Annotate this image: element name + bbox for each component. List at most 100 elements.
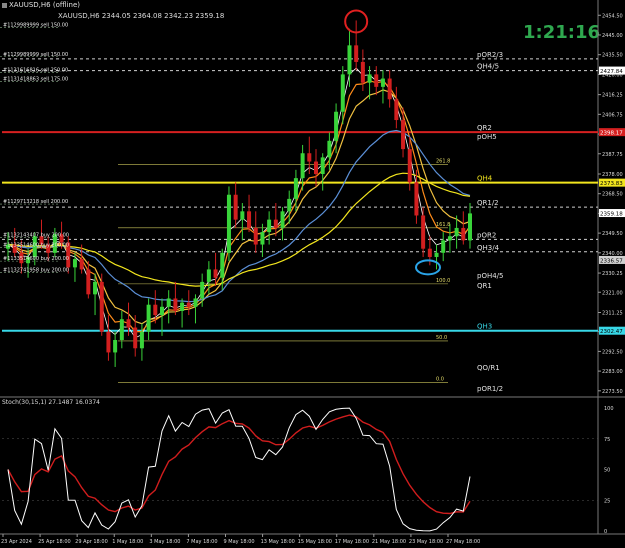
- time-tick-2: 29 Apr 18:00: [75, 539, 108, 545]
- candle-body-29: [200, 281, 205, 299]
- level-label-7: QH3/4: [477, 244, 500, 252]
- time-tick-5: 7 May 18:00: [186, 539, 217, 545]
- time-tick-3: 1 May 18:00: [112, 539, 143, 545]
- price-tag-3: 2359.18: [600, 212, 623, 218]
- candle-body-67: [454, 227, 459, 237]
- candle-body-37: [253, 227, 258, 245]
- price-tick-9: 2368.50: [602, 192, 623, 198]
- level-label-11: QO/R1: [477, 364, 500, 372]
- time-tick-12: 27 May 18:00: [446, 539, 480, 545]
- candle-body-44: [300, 153, 305, 179]
- candle-body-21: [146, 304, 151, 332]
- price-tick-11: 2349.50: [602, 231, 623, 237]
- candle-body-18: [126, 319, 131, 328]
- candle-body-58: [394, 99, 399, 121]
- candle-body-17: [119, 319, 124, 340]
- candle-body-40: [273, 219, 278, 228]
- fib-label-0: 261.8: [436, 159, 450, 165]
- candle-body-35: [240, 211, 245, 220]
- time-tick-1: 25 Apr 18:00: [38, 539, 71, 545]
- time-tick-10: 21 May 18:00: [372, 539, 406, 545]
- time-axis: 23 Apr 2024 25 Apr 18:00 29 Apr 18:00 1 May…: [1, 534, 480, 545]
- candle-body-10: [72, 259, 77, 268]
- candle-body-65: [441, 240, 446, 253]
- candle-body-59: [401, 120, 406, 150]
- candle-body-25: [173, 298, 178, 311]
- level-label-8: pOH4/5: [477, 272, 503, 280]
- trade-label-2: #1131616816 sell 250.00: [3, 67, 68, 73]
- candle-body-47: [320, 157, 325, 174]
- candle-body-53: [360, 61, 365, 83]
- stoch-tick-0: 100: [604, 406, 614, 412]
- trade-label-8: #1132741958 buy 200.00: [3, 268, 69, 274]
- candle-body-39: [267, 219, 272, 233]
- stoch-panel: 100 75 50 25 0: [2, 406, 614, 535]
- trade-label-5: #1132143407 buy 200.00: [3, 232, 69, 238]
- candle-body-20: [139, 331, 144, 349]
- ma-line-4: [7, 172, 471, 287]
- price-tick-14: 2321.00: [602, 290, 623, 296]
- price-tick-17: 2292.50: [602, 349, 623, 355]
- trade-label-6: #1133514600 buy 200.00: [3, 243, 69, 249]
- candle-body-26: [180, 302, 185, 311]
- candle-body-16: [113, 339, 118, 353]
- candle-body-68: [461, 227, 466, 241]
- candle-body-14: [99, 281, 104, 332]
- candle-body-43: [293, 178, 298, 199]
- candle-body-33: [226, 194, 231, 253]
- price-axis: 2454.502445.002435.502426.002416.252406.…: [598, 13, 625, 395]
- price-tick-7: 2387.75: [602, 152, 623, 158]
- price-tick-19: 2273.50: [602, 389, 623, 395]
- price-tick-2: 2435.50: [602, 53, 623, 59]
- time-tick-7: 13 May 18:00: [261, 539, 295, 545]
- candle-body-11: [79, 259, 84, 270]
- candle-body-45: [307, 153, 312, 162]
- candle-body-61: [414, 182, 419, 216]
- candle-body-49: [334, 111, 339, 141]
- price-tick-0: 2454.50: [602, 13, 623, 19]
- moving-averages: [7, 67, 471, 339]
- candle-body-31: [213, 269, 218, 278]
- candle-body-51: [347, 45, 352, 75]
- time-tick-9: 17 May 18:00: [335, 539, 369, 545]
- price-tick-8: 2378.00: [602, 172, 623, 178]
- stoch-signal-line: [7, 414, 471, 515]
- candle-body-63: [427, 248, 432, 257]
- markers: [344, 9, 441, 276]
- candle-body-69: [468, 213, 472, 241]
- level-label-2: QR2: [477, 124, 492, 132]
- level-label-1: QH4/5: [477, 63, 499, 71]
- time-tick-8: 15 May 18:00: [298, 539, 332, 545]
- time-tick-4: 3 May 18:00: [149, 539, 180, 545]
- level-label-9: QR1: [477, 282, 492, 290]
- price-chart[interactable]: pOR2/3 QH4/5 QR2pOH5 QH4 QR1/2 pOR2 QH3/4 pOH4/…: [0, 0, 625, 548]
- candle-body-38: [260, 232, 265, 245]
- candle-body-22: [153, 304, 158, 316]
- candle-body-34: [233, 194, 238, 220]
- candle-body-42: [287, 198, 292, 212]
- level-label-3: pOH5: [477, 133, 497, 141]
- price-tick-15: 2311.25: [602, 310, 623, 316]
- candle-body-23: [160, 306, 164, 316]
- candle-body-32: [220, 252, 225, 278]
- candle-body-13: [93, 281, 98, 295]
- candle-body-50: [340, 74, 345, 112]
- time-tick-11: 23 May 18:00: [409, 539, 443, 545]
- candle-body-62: [421, 215, 426, 249]
- price-tag-1: 2398.17: [600, 131, 623, 137]
- price-tick-1: 2445.00: [602, 33, 623, 39]
- fib-label-3: 50.0: [436, 335, 447, 341]
- ma-line-3: [7, 129, 471, 303]
- fib-label-2: 100.0: [436, 278, 450, 284]
- candle-body-36: [247, 211, 252, 228]
- candle-body-27: [186, 302, 191, 307]
- candle-body-28: [193, 298, 198, 307]
- level-label-5: QR1/2: [477, 199, 499, 207]
- price-tag-5: 2302.47: [600, 329, 623, 335]
- price-tick-13: 2330.25: [602, 271, 623, 277]
- candle-body-64: [434, 252, 439, 257]
- time-tick-0: 23 Apr 2024: [1, 539, 32, 545]
- candle-body-57: [387, 78, 392, 100]
- trade-label-0: #1129989999 sell 150.00: [3, 23, 68, 29]
- fib-label-1: 161.8: [436, 222, 450, 228]
